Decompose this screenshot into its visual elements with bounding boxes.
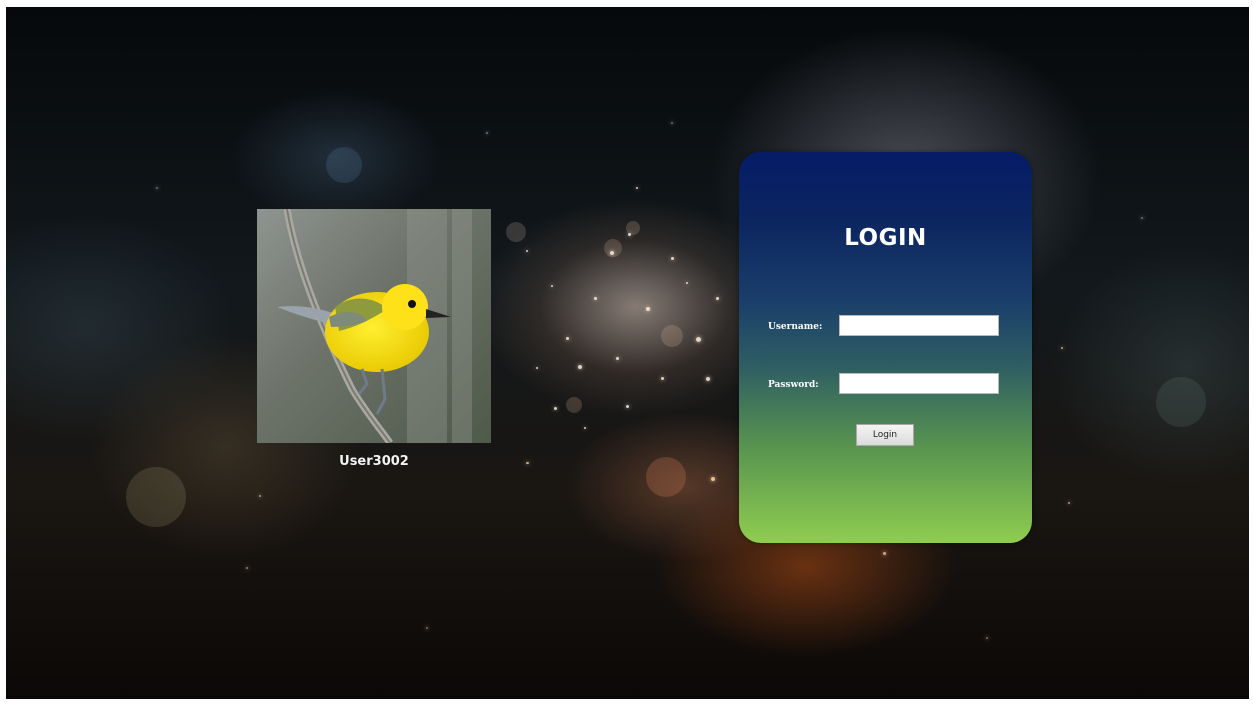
user-avatar[interactable] — [257, 209, 491, 443]
login-screen: User3002 LOGIN Username: Password: Login — [6, 7, 1249, 699]
login-title: LOGIN — [844, 225, 927, 251]
password-input[interactable] — [839, 373, 999, 394]
login-button[interactable]: Login — [856, 424, 914, 446]
login-panel: LOGIN Username: Password: Login — [739, 152, 1032, 543]
user-display-name: User3002 — [339, 454, 409, 469]
password-label: Password: — [768, 380, 819, 390]
bird-photo-icon — [257, 209, 491, 443]
username-label: Username: — [768, 322, 823, 332]
username-input[interactable] — [839, 315, 999, 336]
